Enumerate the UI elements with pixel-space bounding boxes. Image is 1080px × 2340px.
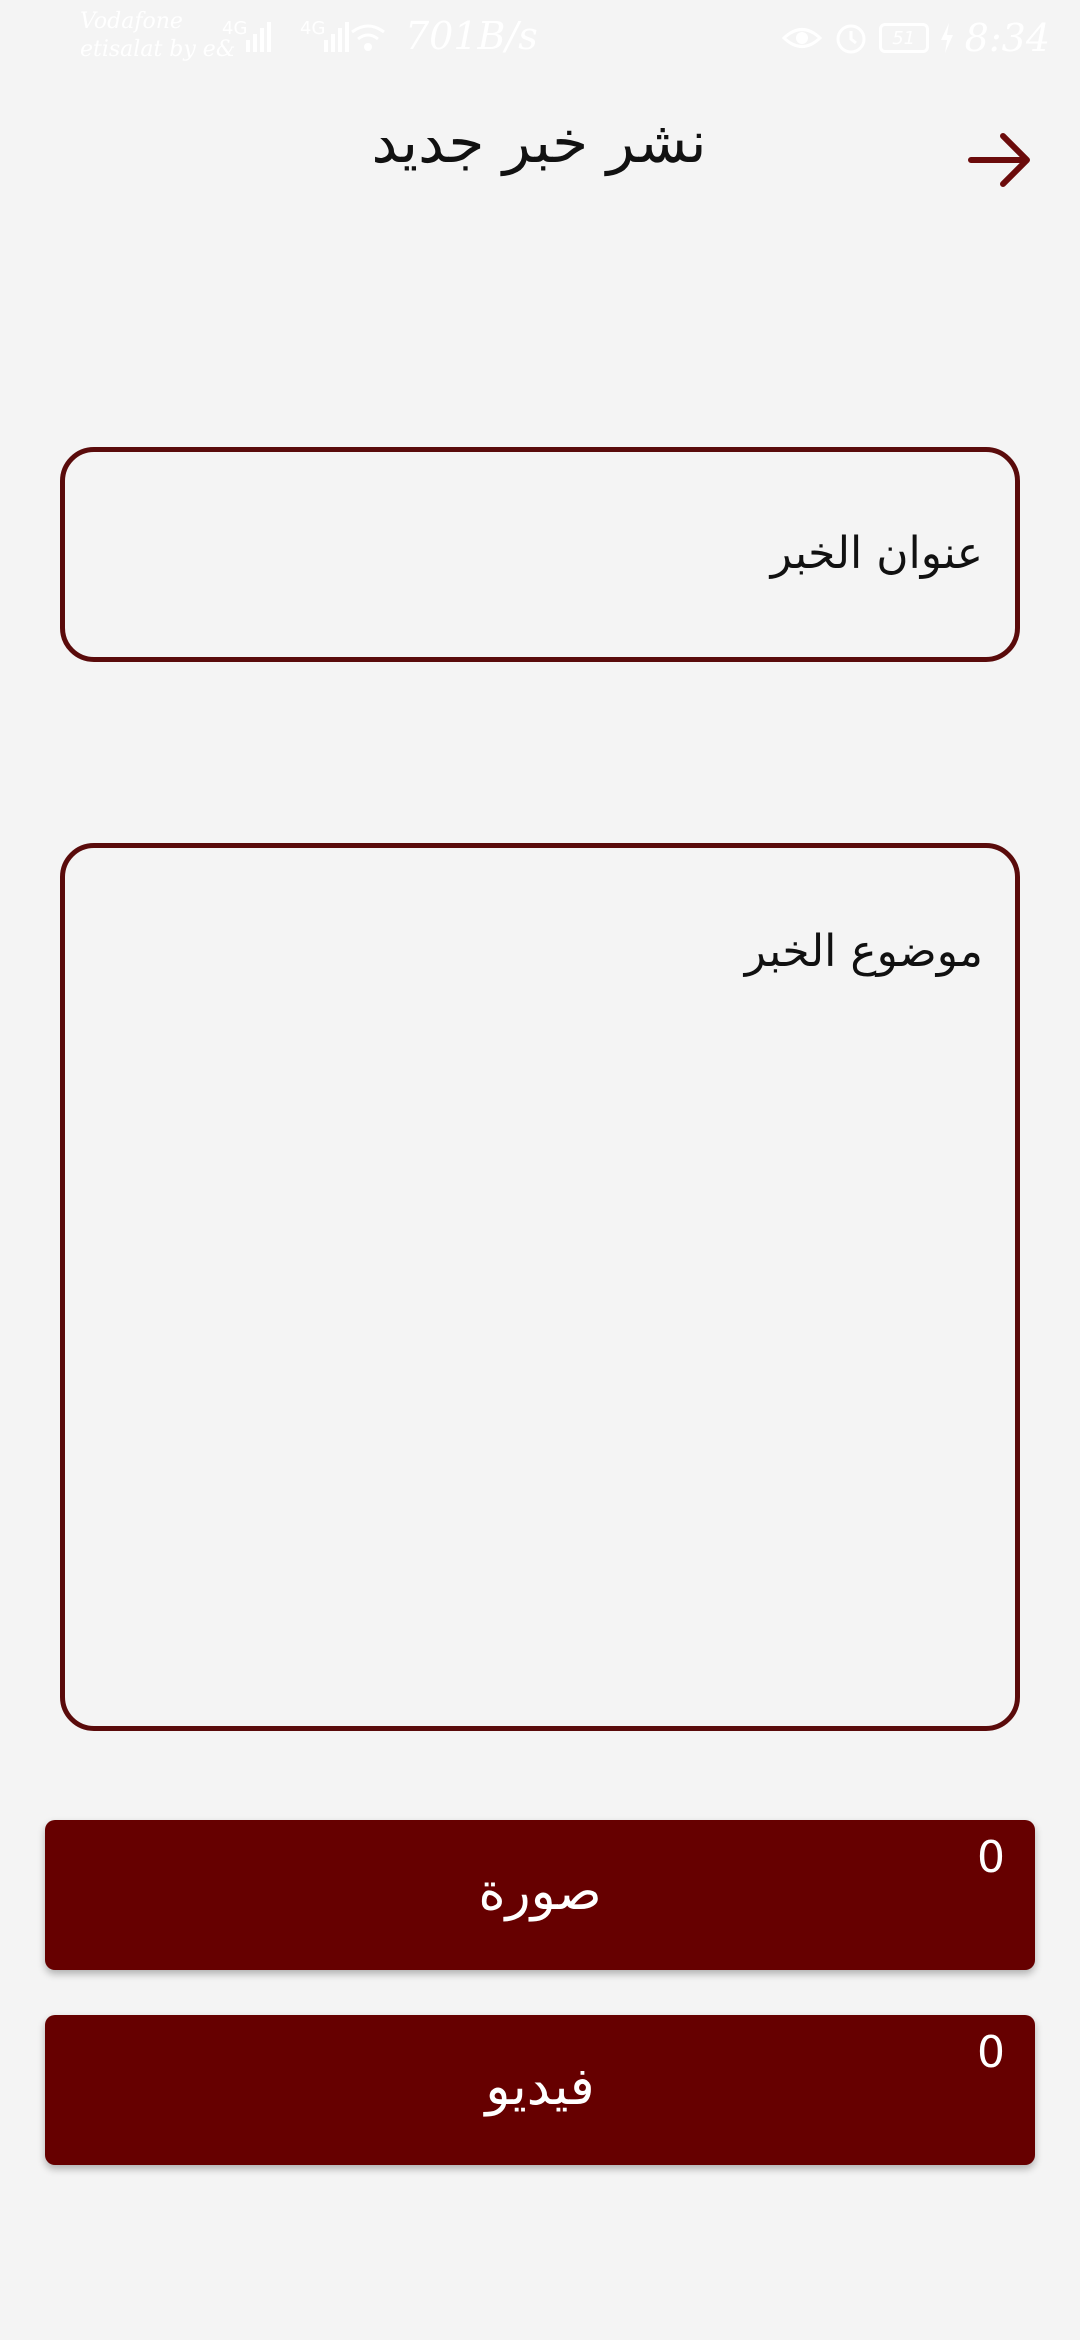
- page-title-text: نشر خبر جديد: [371, 108, 707, 176]
- eye-icon: [781, 28, 822, 48]
- add-image-button[interactable]: صورة 0: [45, 1820, 1035, 1970]
- back-button[interactable]: [955, 115, 1045, 205]
- news-title-input[interactable]: عنوان الخبر: [60, 447, 1020, 662]
- status-icons: 51 8:34: [781, 14, 1050, 62]
- add-video-button[interactable]: فيديو 0: [45, 2015, 1035, 2165]
- carrier-name-2: etisalat by e&: [80, 37, 236, 62]
- alarm-icon: [836, 24, 866, 54]
- signal-icon: 4G: [222, 18, 271, 52]
- add-video-label: فيديو: [485, 2057, 595, 2117]
- video-count-badge: 0: [977, 2027, 1005, 2078]
- news-body-textarea[interactable]: موضوع الخبر: [60, 843, 1020, 1731]
- add-image-label: صورة: [478, 1862, 602, 1922]
- svg-text:4G: 4G: [222, 18, 247, 39]
- image-count-badge: 0: [977, 1832, 1005, 1883]
- network-speed: 701B/s: [405, 14, 538, 58]
- news-body-placeholder: موضوع الخبر: [744, 926, 983, 977]
- arrow-right-icon: [968, 133, 1030, 187]
- svg-text:4G: 4G: [300, 18, 325, 39]
- carrier-name-1: Vodafone: [80, 9, 183, 34]
- carrier-info: Vodafone etisalat by e&: [80, 8, 236, 64]
- charging-icon: [940, 23, 953, 53]
- status-bar: Vodafone etisalat by e& 4G 4G 701B/s 51: [0, 0, 1080, 76]
- page-title: نشر خبر جديد: [0, 108, 1080, 176]
- wifi-icon: [351, 24, 385, 51]
- battery-icon: 51: [878, 23, 929, 53]
- clock: 8:34: [964, 16, 1050, 60]
- news-title-placeholder: عنوان الخبر: [770, 528, 983, 579]
